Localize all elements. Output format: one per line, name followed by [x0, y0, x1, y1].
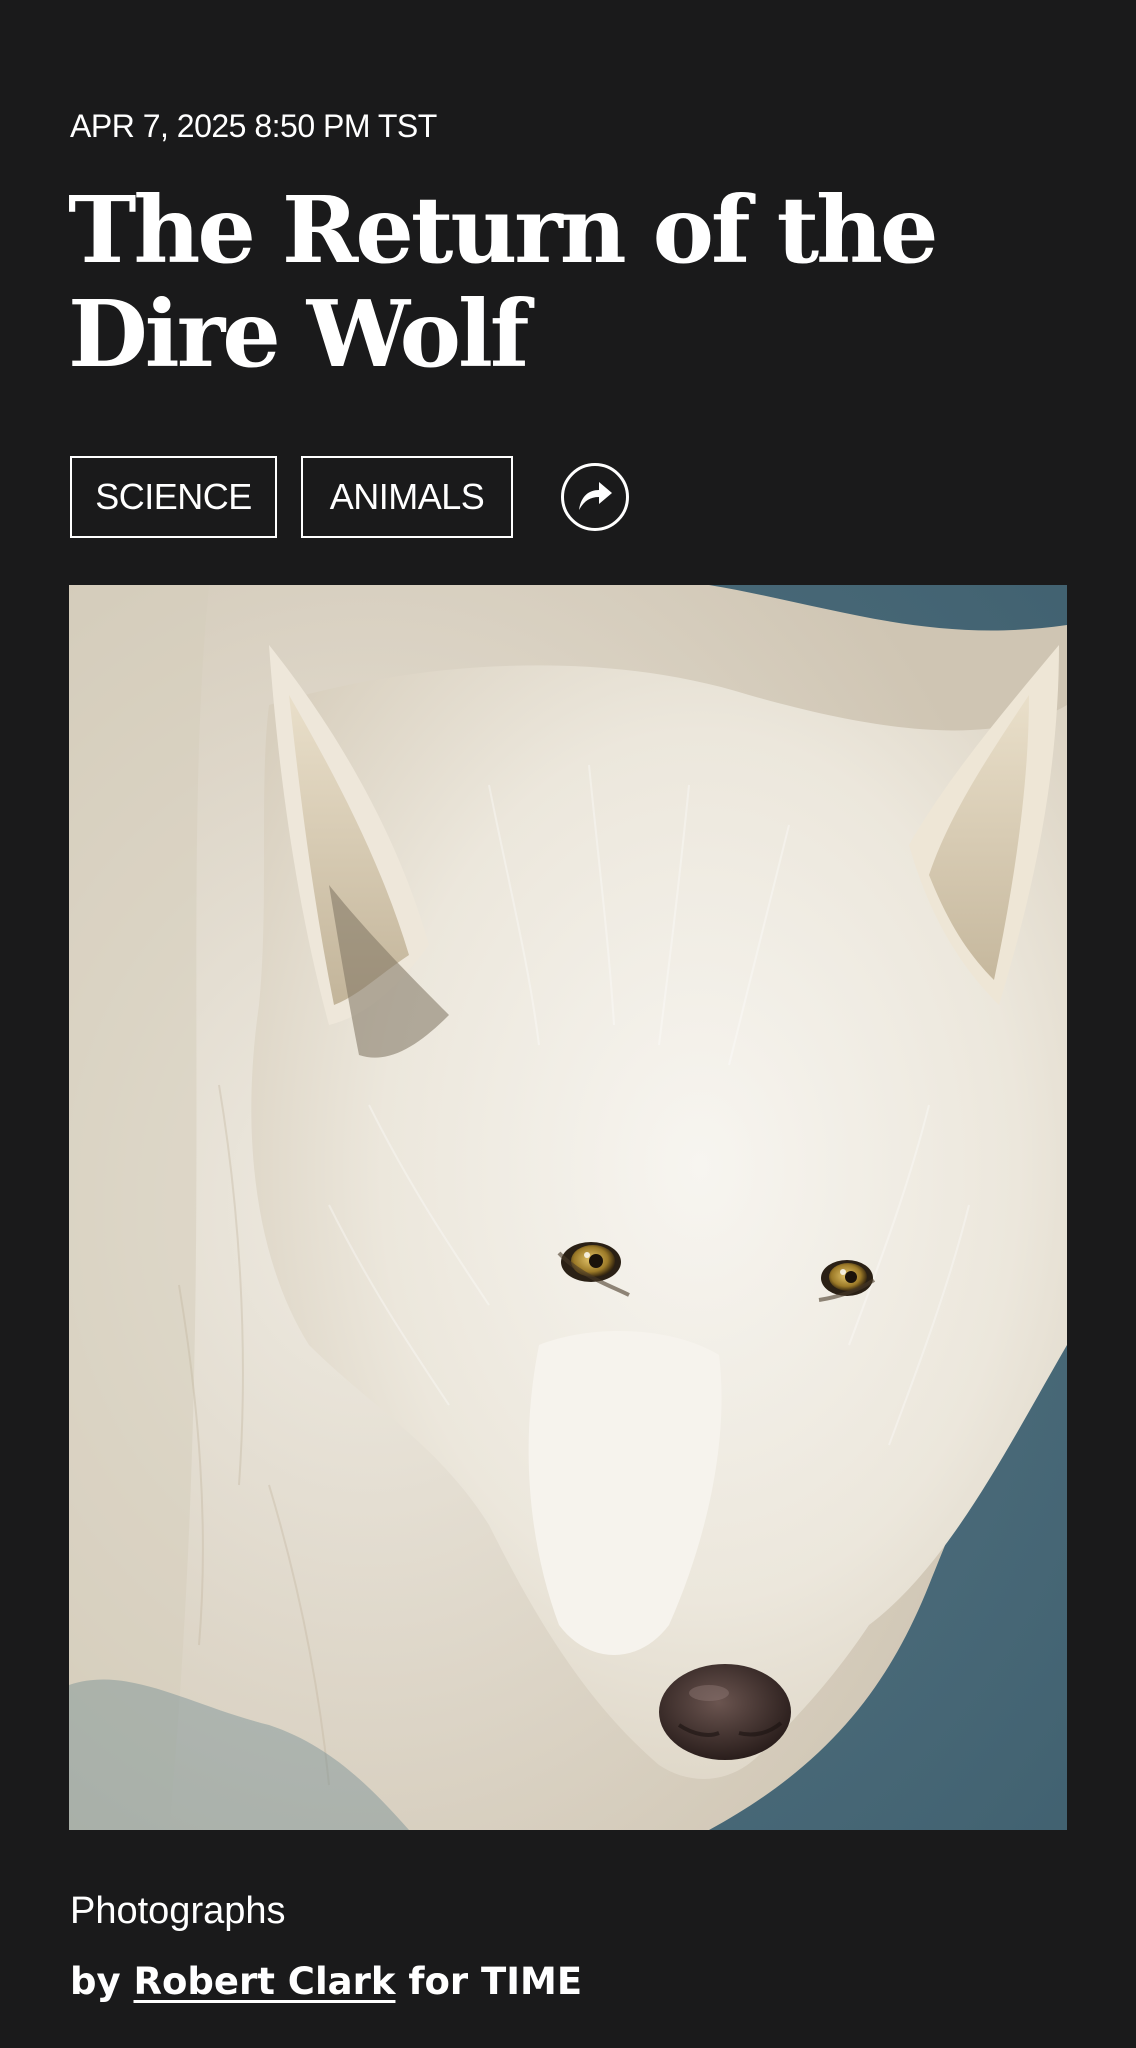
byline-prefix: by: [70, 1960, 121, 2003]
photo-byline: by Robert Clark for TIME: [70, 1960, 582, 2003]
article-dateline: APR 7, 2025 8:50 PM TST: [70, 108, 437, 144]
share-button[interactable]: [561, 463, 629, 531]
tag-animals-button[interactable]: ANIMALS: [301, 456, 513, 538]
hero-image-wolf: [69, 585, 1067, 1830]
byline-suffix: for TIME: [408, 1960, 583, 2003]
share-arrow-icon: [575, 478, 615, 517]
photo-credit-type: Photographs: [70, 1890, 286, 1932]
article-tags: SCIENCE ANIMALS: [70, 456, 629, 538]
photographer-link[interactable]: Robert Clark: [134, 1960, 396, 2003]
article-headline: The Return of the Dire Wolf: [68, 176, 939, 388]
tag-science-button[interactable]: SCIENCE: [70, 456, 277, 538]
article-page: APR 7, 2025 8:50 PM TST The Return of th…: [0, 0, 1136, 2048]
